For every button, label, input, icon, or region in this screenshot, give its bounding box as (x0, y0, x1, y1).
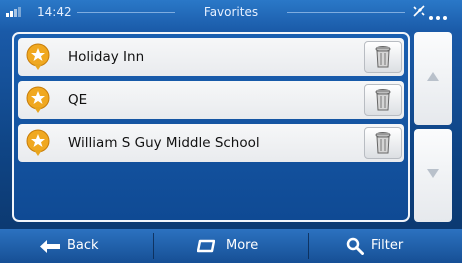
favorite-star-icon (26, 86, 50, 113)
filter-button[interactable]: Filter (309, 229, 462, 263)
trash-icon (375, 89, 391, 111)
favorite-star-icon (26, 43, 50, 70)
scrollbar (414, 32, 452, 222)
favorite-name: William S Guy Middle School (68, 135, 260, 151)
list-item[interactable]: Holiday Inn (18, 38, 404, 76)
back-label: Back (67, 238, 99, 253)
delete-button[interactable] (364, 84, 402, 116)
gps-satellite-icon (413, 5, 425, 17)
list-item[interactable]: William S Guy Middle School (18, 124, 404, 162)
scroll-up-button[interactable] (414, 32, 452, 125)
more-options-icon (197, 239, 215, 253)
back-arrow-icon (40, 240, 60, 253)
filter-label: Filter (371, 238, 404, 253)
favorite-star-icon (26, 129, 50, 156)
favorite-name: QE (68, 92, 88, 108)
favorites-screen: 14:42 Favorites Holiday Inn QE William S… (0, 0, 462, 263)
trash-icon (375, 46, 391, 68)
more-dots-icon[interactable] (429, 9, 450, 23)
more-button[interactable]: More (154, 229, 308, 263)
favorite-name: Holiday Inn (68, 49, 145, 65)
status-bar: 14:42 Favorites (0, 0, 462, 24)
scroll-down-button[interactable] (414, 129, 452, 222)
delete-button[interactable] (364, 41, 402, 73)
list-item[interactable]: QE (18, 81, 404, 119)
trash-icon (375, 132, 391, 154)
favorites-list: Holiday Inn QE William S Guy Middle Scho… (12, 32, 410, 222)
triangle-down-icon (427, 169, 439, 178)
search-icon (346, 237, 364, 255)
bottom-toolbar: Back More Filter (0, 229, 462, 263)
back-button[interactable]: Back (0, 229, 152, 263)
more-label: More (226, 238, 259, 253)
delete-button[interactable] (364, 127, 402, 159)
triangle-up-icon (427, 72, 439, 81)
status-divider-right (287, 12, 405, 13)
